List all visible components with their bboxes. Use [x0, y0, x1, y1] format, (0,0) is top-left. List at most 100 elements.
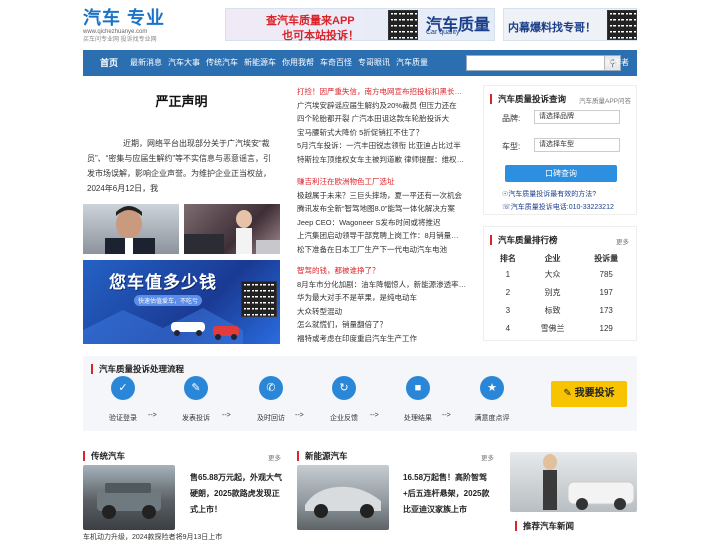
newenergy-car-photo[interactable]	[297, 465, 389, 530]
ranking-header-rank: 排名	[499, 253, 516, 263]
rank-cell: 3	[505, 305, 511, 315]
step-feedback: ↻ 企业反馈	[314, 376, 374, 423]
news-link[interactable]: 广汽埃安辟谣应届生解约及20%裁员 但压力还在	[297, 99, 467, 113]
step-label: 及时回访	[257, 415, 285, 422]
valuation-ad[interactable]: 您车值多少钱 快速估值爱车，不吃亏	[83, 260, 280, 344]
sedan-photo-icon	[305, 486, 381, 518]
news-photo-event[interactable]	[184, 204, 280, 254]
report-button-label: 我要投诉	[574, 388, 615, 399]
traditional-section-title: 传统汽车	[83, 451, 125, 461]
step-login: ✓ 验证登录	[93, 376, 153, 423]
logo-url: www.qichezhuanye.com	[83, 29, 148, 35]
news-link[interactable]: 大众转型混动	[297, 305, 467, 319]
news-link[interactable]: 松下准备在日本工厂生产下一代电动汽车电池	[297, 243, 467, 257]
step-label: 满意度点评	[474, 415, 510, 422]
creator-link[interactable]: 创作者	[602, 50, 632, 76]
nav-item-traditional[interactable]: 传统汽车	[203, 50, 241, 76]
nav-item-odd[interactable]: 车奇百怪	[317, 50, 355, 76]
news-headline[interactable]: 智驾的钱，都被谁挣了？	[297, 264, 467, 278]
main-nav: 首页 最新消息 汽车大事 传统汽车 新能源车 你用我帮 车奇百怪 专哥眼讯 汽车…	[83, 50, 637, 76]
news-link[interactable]: 腾讯发布全新“智驾地图8.0”能驾一体化解决方案	[297, 202, 467, 216]
login-link[interactable]: 登录	[556, 50, 580, 76]
news-link[interactable]: 极越属于未来？三巨头摔场，夏一平还有一次机会	[297, 189, 467, 203]
newenergy-headline[interactable]: 16.58万起售！高阶智驾+后五连杆悬架，2025款比亚迪汉家族上市	[403, 470, 495, 518]
rank-cell: 2	[505, 287, 511, 297]
logo-title: 汽车 专业	[83, 8, 166, 28]
complaint-app-link[interactable]: 汽车质量APP问答	[579, 95, 631, 105]
nav-item-new-energy[interactable]: 新能源车	[241, 50, 279, 76]
model-select[interactable]: 请选择车型	[534, 138, 620, 152]
nav-item-home[interactable]: 首页	[91, 50, 127, 76]
news-link[interactable]: 四个轮胎都开裂 广汽本田诅这款车轮胎投诉大	[297, 112, 467, 126]
ranking-header-count: 投诉量	[594, 253, 619, 263]
news-link[interactable]: 华为最大对手不是苹果，是纯电动车	[297, 291, 467, 305]
step-label: 处理结果	[404, 415, 432, 422]
brand-select[interactable]: 请选择品牌	[534, 110, 620, 124]
complaint-method-text: 汽车质量投诉最有效的方法?	[508, 191, 597, 198]
site-header: 汽车 专业 www.qichezhuanye.com 买车问专业网 投诉找专业网…	[0, 0, 720, 48]
news-headline[interactable]: 打捡！因严重失信，南方电网宣布招投标扣黑长…	[297, 85, 467, 99]
person-photo-icon	[105, 206, 155, 254]
banner-line1: 查汽车质量来APP	[266, 15, 355, 27]
traditional-more-link[interactable]: 更多	[268, 452, 281, 462]
nav-item-latest[interactable]: 最新消息	[127, 50, 165, 76]
ranking-card: 汽车质量排行榜 更多 排名 企业 投诉量 1 大众 785 2 别克 197 3 标致 17…	[483, 226, 637, 341]
qr-code-icon	[241, 281, 277, 317]
nav-item-help[interactable]: 你用我帮	[279, 50, 317, 76]
qr-code-icon	[607, 10, 637, 40]
news-headline[interactable]: 赚吉利汪在欧洲物色工厂选址	[297, 175, 467, 189]
news-link[interactable]: 8月车市分化加剧：油车降幅惊人，新能源渗透率…	[297, 278, 467, 292]
result-icon: ■	[406, 376, 430, 400]
user-check-icon: ✓	[111, 376, 135, 400]
traditional-headline[interactable]: 售65.88万元起，外观大气硬朗，2025款路虎发现正式上市！	[190, 470, 286, 518]
report-complaint-button[interactable]: ✎ 我要投诉	[551, 381, 627, 407]
count-cell: 173	[599, 305, 613, 315]
rank-cell: 5	[490, 337, 526, 340]
register-link[interactable]: 注册	[580, 50, 600, 76]
featured-photo[interactable]	[510, 452, 637, 512]
news-link[interactable]: 宝马腰斩式大降价 5折促销扛不住了？	[297, 126, 467, 140]
suv-photo-icon	[97, 483, 161, 519]
table-row[interactable]: 5福特107	[490, 337, 633, 340]
reputation-query-button[interactable]: 口碑查询	[505, 165, 617, 182]
news-link[interactable]: 上汽集团启动领导干部竞聘上岗工作：8月销量…	[297, 229, 467, 243]
table-row[interactable]: 2 别克 197	[490, 283, 633, 301]
nav-item-news[interactable]: 专哥眼讯	[355, 50, 393, 76]
company-cell: 福特	[526, 337, 580, 340]
newenergy-more-link[interactable]: 更多	[481, 452, 494, 462]
phone-icon: ☏	[502, 204, 511, 211]
rank-cell: 4	[505, 323, 511, 333]
news-link[interactable]: Jeep CEO：Wagoneer S发布时间或将推迟	[297, 216, 467, 230]
ranking-table: 排名 企业 投诉量 1 大众 785 2 别克 197 3 标致 173 4 雪佛兰 129 5…	[490, 251, 633, 340]
complaint-method-link[interactable]: ☉汽车质量投诉最有效的方法?	[502, 189, 596, 199]
table-row[interactable]: 3 标致 173	[490, 301, 633, 319]
statement-card[interactable]: 严正声明 近期，网络平台出现部分关于广汽埃安“裁员”、“密集与应届生解约”等不实…	[83, 79, 280, 199]
ranking-more-link[interactable]: 更多	[616, 236, 629, 246]
statement-title: 严正声明	[155, 94, 208, 109]
site-logo[interactable]: 汽车 专业 www.qichezhuanye.com 买车问专业网 投诉找专业网	[83, 8, 193, 44]
traditional-car-photo[interactable]	[83, 465, 175, 530]
news-link[interactable]: 怎么就慌们，销量翻倍了？	[297, 318, 467, 332]
news-list-3: 智驾的钱，都被谁挣了？ 8月车市分化加剧：油车降幅惊人，新能源渗透率… 华为最大…	[297, 264, 467, 345]
table-row[interactable]: 4 雪佛兰 129	[490, 319, 633, 337]
news-link[interactable]: 5月汽车投诉：一汽丰田锐志领衔 比亚迪占比过半	[297, 139, 467, 153]
tip-banner[interactable]: 内幕爆料找专哥！	[503, 8, 637, 41]
news-link[interactable]: 福特或考虑在印度重启汽车生产工作	[297, 332, 467, 346]
recommend-section-title: 推荐汽车新闻	[515, 521, 574, 531]
news-link[interactable]: 特斯拉车顶维权女车主被判道歉 律师提醒：维权…	[297, 153, 467, 167]
nav-item-events[interactable]: 汽车大事	[165, 50, 203, 76]
step-label: 验证登录	[109, 415, 137, 422]
banner-line2: 也可本站投诉！	[282, 30, 359, 42]
phone-icon: ✆	[259, 376, 283, 400]
app-banner[interactable]: 查汽车质量来APP 也可本站投诉！ 汽车质量 Car quality	[225, 8, 495, 42]
news-photo-person[interactable]	[83, 204, 179, 254]
traditional-caption[interactable]: 车机动力升级，2024款探险者将9月13日上市	[83, 532, 222, 542]
complaint-phone-text: 汽车质量投诉电话:010-33223212	[510, 204, 614, 211]
company-cell: 雪佛兰	[540, 323, 565, 333]
newenergy-section-title: 新能源汽车	[297, 451, 348, 461]
process-title: 汽车质量投诉处理流程	[91, 364, 184, 374]
banner-brand-sub: Car quality	[426, 29, 460, 36]
table-row[interactable]: 1 大众 785	[490, 265, 633, 283]
nav-item-quality[interactable]: 汽车质量	[393, 50, 431, 76]
complaint-phone-link[interactable]: ☏汽车质量投诉电话:010-33223212	[502, 202, 614, 212]
